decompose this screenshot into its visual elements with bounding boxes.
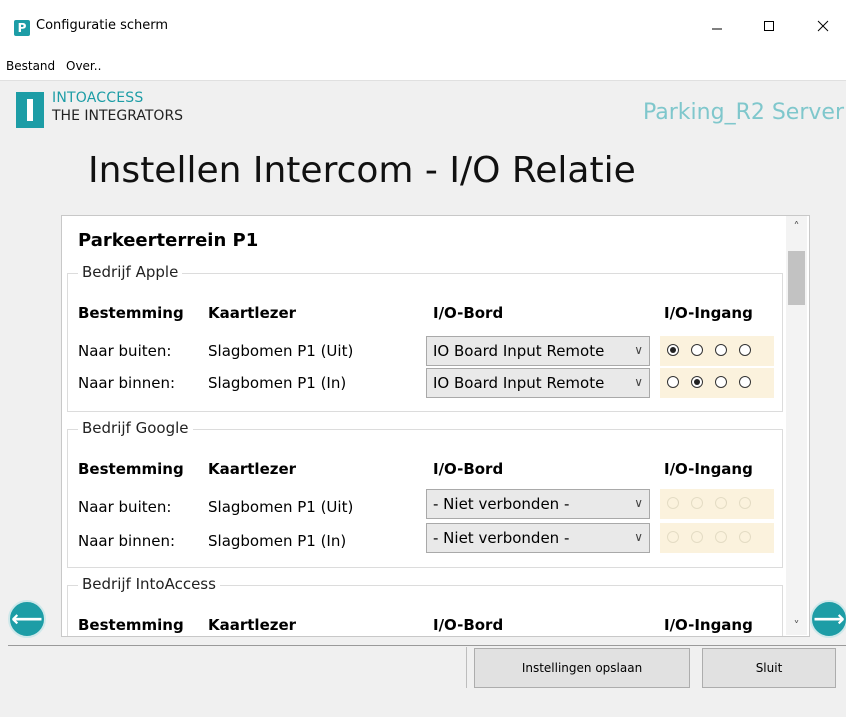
- header-destination: Bestemming: [78, 616, 184, 634]
- close-icon: [817, 20, 829, 32]
- header-reader: Kaartlezer: [208, 304, 297, 322]
- header-input: I/O-Ingang: [664, 304, 753, 322]
- board-select[interactable]: - Niet verbonden - ∨: [426, 489, 650, 519]
- page-title: Instellen Intercom - I/O Relatie: [88, 150, 636, 191]
- app-icon: P: [14, 20, 30, 36]
- header-board: I/O-Bord: [433, 460, 504, 478]
- maximize-icon: [764, 21, 774, 31]
- input-radio-3[interactable]: [715, 344, 727, 356]
- minimize-button[interactable]: [694, 10, 740, 42]
- status-area: [8, 647, 467, 688]
- input-radio-1[interactable]: [667, 344, 679, 356]
- scroll-thumb[interactable]: [788, 251, 805, 305]
- group-apple: Bedrijf Apple Bestemming Kaartlezer I/O-…: [67, 263, 783, 412]
- menu-over[interactable]: Over..: [66, 59, 101, 73]
- close-window-button[interactable]: [800, 10, 846, 42]
- input-radio-4[interactable]: [739, 376, 751, 388]
- input-radio-2[interactable]: [691, 344, 703, 356]
- row-reader: Slagbomen P1 (In): [208, 374, 347, 392]
- header-reader: Kaartlezer: [208, 616, 297, 634]
- board-select-value: IO Board Input Remote: [433, 342, 605, 360]
- minimize-icon: [712, 28, 722, 30]
- row-reader: Slagbomen P1 (Uit): [208, 342, 354, 360]
- input-radio-3: [715, 497, 727, 509]
- board-select[interactable]: - Niet verbonden - ∨: [426, 523, 650, 553]
- menu-bestand[interactable]: Bestand: [6, 59, 55, 73]
- input-radio-1[interactable]: [667, 376, 679, 388]
- window-title: Configuratie scherm: [36, 18, 169, 33]
- save-settings-button[interactable]: Instellingen opslaan: [474, 648, 690, 688]
- input-radio-4[interactable]: [739, 344, 751, 356]
- header-input: I/O-Ingang: [664, 460, 753, 478]
- chevron-down-icon: ∨: [634, 530, 643, 544]
- close-button[interactable]: Sluit: [702, 648, 836, 688]
- scroll-down-icon[interactable]: ˅: [786, 619, 807, 633]
- board-select-value: IO Board Input Remote: [433, 374, 605, 392]
- row-destination: Naar buiten:: [78, 498, 172, 516]
- input-radio-2: [691, 531, 703, 543]
- terrain-title: Parkeerterrein P1: [78, 230, 259, 251]
- row-reader: Slagbomen P1 (Uit): [208, 498, 354, 516]
- scroll-up-icon[interactable]: ˄: [786, 220, 807, 234]
- maximize-button[interactable]: [746, 10, 792, 42]
- board-select[interactable]: IO Board Input Remote ∨: [426, 368, 650, 398]
- config-scroll-panel: Parkeerterrein P1 Bedrijf Apple Bestemmi…: [61, 215, 810, 637]
- input-radio-4: [739, 497, 751, 509]
- row-reader: Slagbomen P1 (In): [208, 532, 347, 550]
- input-radio-group: [660, 368, 774, 398]
- input-radio-3[interactable]: [715, 376, 727, 388]
- brand-tagline: THE INTEGRATORS: [52, 108, 184, 124]
- header-destination: Bestemming: [78, 460, 184, 478]
- board-select-value: - Niet verbonden -: [433, 495, 570, 513]
- row-destination: Naar buiten:: [78, 342, 172, 360]
- input-radio-3: [715, 531, 727, 543]
- input-radio-1: [667, 497, 679, 509]
- header-board: I/O-Bord: [433, 304, 504, 322]
- row-destination: Naar binnen:: [78, 374, 176, 392]
- group-google: Bedrijf Google Bestemming Kaartlezer I/O…: [67, 419, 783, 568]
- group-title: Bedrijf IntoAccess: [78, 575, 220, 593]
- input-radio-2[interactable]: [691, 376, 703, 388]
- vertical-scrollbar[interactable]: ˄ ˅: [786, 216, 807, 635]
- group-title: Bedrijf Apple: [78, 263, 183, 281]
- chevron-down-icon: ∨: [634, 496, 643, 510]
- row-destination: Naar binnen:: [78, 532, 176, 550]
- board-select-value: - Niet verbonden -: [433, 529, 570, 547]
- input-radio-2: [691, 497, 703, 509]
- menu-bar: Bestand Over..: [0, 46, 846, 81]
- next-arrow-icon[interactable]: ⟶: [810, 600, 846, 638]
- logo-icon: [16, 92, 44, 128]
- group-title: Bedrijf Google: [78, 419, 193, 437]
- input-radio-group: [660, 489, 774, 519]
- header-reader: Kaartlezer: [208, 460, 297, 478]
- header-board: I/O-Bord: [433, 616, 504, 634]
- chevron-down-icon: ∨: [634, 375, 643, 389]
- server-name: Parking_R2 Server: [643, 100, 844, 125]
- brand-name: INTOACCESS: [52, 90, 144, 106]
- chevron-down-icon: ∨: [634, 343, 643, 357]
- header-destination: Bestemming: [78, 304, 184, 322]
- input-radio-group: [660, 336, 774, 366]
- group-intoaccess: Bedrijf IntoAccess Bestemming Kaartlezer…: [67, 575, 783, 636]
- board-select[interactable]: IO Board Input Remote ∨: [426, 336, 650, 366]
- title-bar: P Configuratie scherm: [0, 0, 846, 46]
- input-radio-group: [660, 523, 774, 553]
- previous-arrow-icon[interactable]: ⟵: [8, 600, 46, 638]
- header-input: I/O-Ingang: [664, 616, 753, 634]
- input-radio-4: [739, 531, 751, 543]
- input-radio-1: [667, 531, 679, 543]
- footer-divider: [8, 645, 846, 646]
